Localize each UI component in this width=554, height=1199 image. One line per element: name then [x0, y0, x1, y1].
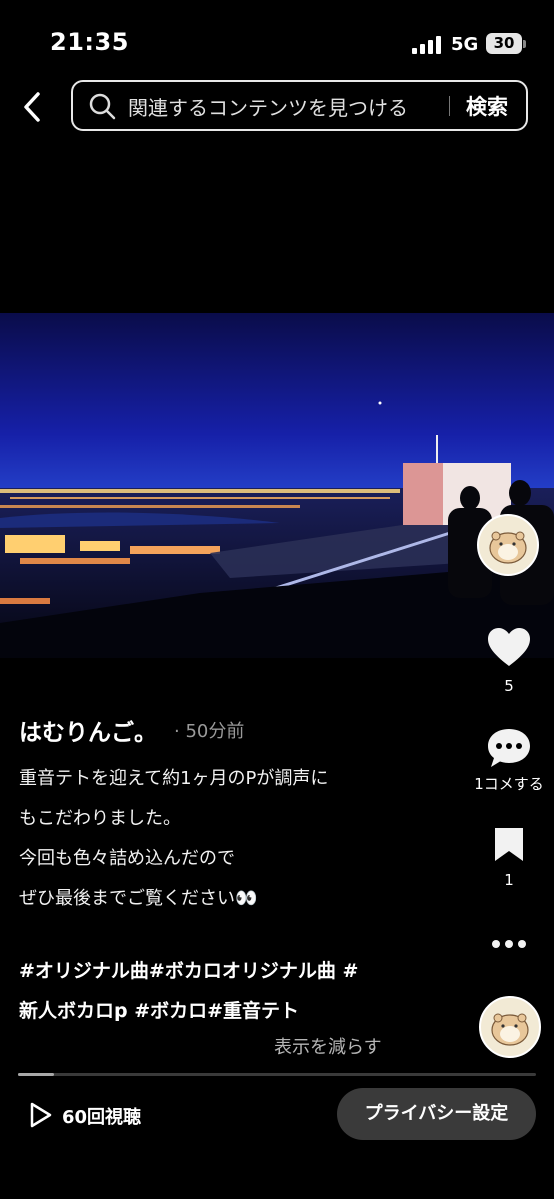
- status-time: 21:35: [50, 28, 129, 56]
- hamster-music-icon: [491, 1013, 529, 1046]
- like-count: 5: [504, 677, 514, 695]
- back-button[interactable]: [18, 88, 52, 126]
- hashtags-line[interactable]: #オリジナル曲#ボカロオリジナル曲 #: [19, 956, 358, 983]
- more-icon[interactable]: [490, 935, 528, 948]
- search-icon: [88, 92, 116, 120]
- play-icon[interactable]: [26, 1101, 54, 1129]
- comment-icon[interactable]: [485, 726, 533, 770]
- bookmark-count: 1: [504, 871, 514, 889]
- privacy-settings-button[interactable]: プライバシー設定: [337, 1088, 536, 1140]
- video-player[interactable]: [0, 313, 554, 658]
- views-count: 60回視聴: [62, 1107, 142, 1128]
- search-button[interactable]: 検索: [466, 91, 508, 121]
- hamster-avatar-icon: [489, 531, 527, 564]
- search-placeholder[interactable]: 関連するコンテンツを見つける: [128, 92, 408, 121]
- progress-fill: [18, 1073, 55, 1076]
- caption-line: 今回も色々詰め込んだので: [19, 848, 235, 869]
- battery-tip: [523, 40, 526, 48]
- show-less-link[interactable]: 表示を減らす: [274, 1033, 382, 1059]
- network-label: 5G: [451, 34, 479, 55]
- author-name[interactable]: はむりんご。: [19, 713, 157, 747]
- progress-track[interactable]: [18, 1073, 536, 1076]
- caption-line: もこだわりました。: [19, 808, 181, 829]
- hashtags-line[interactable]: 新人ボカロp #ボカロ#重音テト: [19, 996, 299, 1023]
- back-chevron-icon: [24, 92, 40, 122]
- heart-icon[interactable]: [486, 626, 532, 668]
- night-city-video-frame: [0, 313, 554, 658]
- bookmark-icon[interactable]: [492, 825, 526, 863]
- comment-label: 1コメする: [474, 775, 544, 793]
- post-time: · 50分前: [174, 721, 245, 742]
- caption-line: ぜひ最後までご覧ください👀: [19, 888, 258, 909]
- creator-avatar[interactable]: [477, 514, 539, 576]
- caption-line: 重音テトを迎えて約1ヶ月のPが調声に: [19, 768, 329, 789]
- battery-icon: 30: [486, 33, 522, 54]
- signal-icon: [412, 34, 442, 54]
- search-divider: [449, 96, 450, 116]
- music-avatar[interactable]: [479, 996, 541, 1058]
